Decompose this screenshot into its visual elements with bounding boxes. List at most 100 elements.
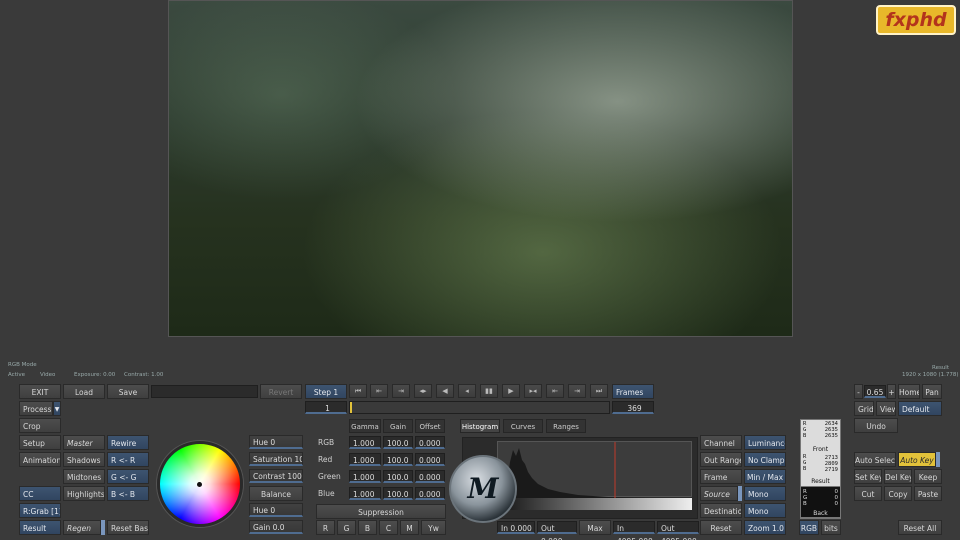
prev-key-icon[interactable]: ⇤ [370,384,388,398]
channel-button[interactable]: Channel [700,435,742,450]
goto-end-icon[interactable]: ⏭ [590,384,608,398]
frames-field[interactable]: 369 [612,401,654,414]
cc-button[interactable]: CC [19,486,61,501]
red-offset-field[interactable]: 0.000 [415,453,445,466]
setup-button[interactable]: Setup [19,435,61,450]
luminance-button[interactable]: Luminance [744,435,786,450]
timeline-cursor[interactable] [350,402,352,413]
g-rewire-button[interactable]: G <- G [107,469,149,484]
play-icon[interactable]: ▶ [502,384,520,398]
prev-frame-icon[interactable]: ◀ [436,384,454,398]
step-forward-icon[interactable]: ⇤ [546,384,564,398]
red-gain-field[interactable]: 100.0 [383,453,413,466]
histogram-gradient[interactable] [497,498,692,510]
zoom-minus-button[interactable]: - [854,384,863,399]
green-offset-field[interactable]: 0.000 [415,470,445,483]
rgb-gamma-field[interactable]: 1.000 [349,436,381,449]
mono-destination-button[interactable]: Mono [744,503,786,518]
reset-basics-button[interactable]: Reset Basics [107,520,149,535]
step-back-icon[interactable]: ⇥ [392,384,410,398]
rgb-gain-field[interactable]: 100.0 [383,436,413,449]
channel-yw-button[interactable]: Yw [421,520,446,535]
copy-button[interactable]: Copy [884,486,912,501]
next-frame-icon[interactable]: ▸◂ [524,384,542,398]
rgb-offset-field[interactable]: 0.000 [415,436,445,449]
out-range-button[interactable]: Out Range [700,452,742,467]
master-button[interactable]: Master [63,435,105,450]
source-button[interactable]: Source [700,486,738,501]
zoom-button[interactable]: Zoom 1.0 [744,520,786,535]
frame-field[interactable]: 1 [305,401,347,414]
highlights-button[interactable]: Highlights [63,486,105,501]
default-button[interactable]: Default [898,401,942,416]
balance-button[interactable]: Balance [249,486,303,501]
keep-button[interactable]: Keep [914,469,942,484]
zoom-plus-button[interactable]: + [887,384,896,399]
rgb-mode-button[interactable]: RGB [799,520,819,535]
contrast-slider[interactable]: Contrast 100 [249,469,303,483]
rewire-button[interactable]: Rewire [107,435,149,450]
auto-key-button[interactable]: Auto Key [898,452,936,467]
rgrab-button[interactable]: R:Grab [1] [19,503,61,518]
blue-offset-field[interactable]: 0.000 [415,487,445,500]
paste-button[interactable]: Paste [914,486,942,501]
tab-curves[interactable]: Curves [503,419,543,433]
load-button[interactable]: Load [63,384,105,399]
exit-button[interactable]: EXIT [19,384,61,399]
out-min-field[interactable]: Out 0.000 [537,521,577,540]
in-min-field[interactable]: In 0.000 [497,521,535,534]
channel-g-button[interactable]: G [337,520,356,535]
save-button[interactable]: Save [107,384,149,399]
min-max-button[interactable]: Min / Max [744,469,786,484]
red-gamma-field[interactable]: 1.000 [349,453,381,466]
tab-ranges[interactable]: Ranges [546,419,586,433]
crop-button[interactable]: Crop [19,418,61,433]
tab-histogram[interactable]: Histogram [460,419,500,433]
tab-gain[interactable]: Gain [383,419,413,433]
play-reverse-icon[interactable]: ◂ [458,384,476,398]
animation-button[interactable]: Animation [19,452,61,467]
result-button[interactable]: Result [19,520,61,535]
revert-button[interactable]: Revert [260,384,302,399]
blue-gain-field[interactable]: 100.0 [383,487,413,500]
green-gain-field[interactable]: 100.0 [383,470,413,483]
del-key-button[interactable]: Del Key [884,469,912,484]
r-rewire-button[interactable]: R <- R [107,452,149,467]
view-button[interactable]: View [876,401,896,416]
tab-offset[interactable]: Offset [415,419,445,433]
name-field[interactable] [151,385,258,398]
tab-gamma[interactable]: Gamma [349,419,381,433]
pan-button[interactable]: Pan [922,384,942,399]
shuttle-back-icon[interactable]: ◂▸ [414,384,432,398]
bits-button[interactable]: bits [821,520,841,535]
cut-button[interactable]: Cut [854,486,882,501]
color-wheel-cursor[interactable] [197,482,202,487]
destination-button[interactable]: Destination [700,503,742,518]
process-dropdown-icon[interactable]: ▼ [53,401,61,416]
channel-b-button[interactable]: B [358,520,377,535]
shadows-button[interactable]: Shadows [63,452,105,467]
stop-icon[interactable]: ▮▮ [480,384,498,398]
reset-all-button[interactable]: Reset All [898,520,942,535]
suppression-button[interactable]: Suppression [316,504,446,519]
out-max-field[interactable]: Out 4095.000 [657,521,699,540]
set-key-button[interactable]: Set Key [854,469,882,484]
midtones-button[interactable]: Midtones [63,469,105,484]
saturation-slider[interactable]: Saturation 100 [249,452,303,466]
frames-button[interactable]: Frames [612,384,654,399]
channel-r-button[interactable]: R [316,520,335,535]
in-max-field[interactable]: In 4095.000 [613,521,655,540]
goto-start-icon[interactable]: ⏮ [349,384,367,398]
hue-top-slider[interactable]: Hue 0 [249,435,303,449]
step-button[interactable]: Step 1 [305,384,347,399]
blue-gamma-field[interactable]: 1.000 [349,487,381,500]
no-clamp-button[interactable]: No Clamp [744,452,786,467]
max-button[interactable]: Max [579,520,611,535]
auto-select-button[interactable]: Auto Select [854,452,896,467]
frame-button[interactable]: Frame [700,469,742,484]
grid-button[interactable]: Grid [854,401,874,416]
reset-button[interactable]: Reset [700,520,742,535]
home-button[interactable]: Home [898,384,920,399]
process-button[interactable]: Process [19,401,53,416]
regen-button[interactable]: Regen [63,520,101,535]
